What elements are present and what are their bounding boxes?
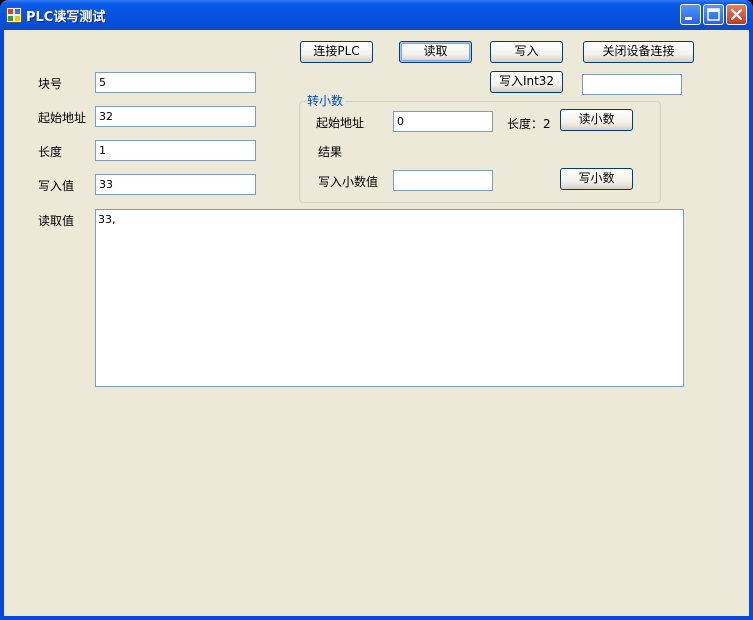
client-area: 连接PLC 读取 写入 关闭设备连接 写入Int32 块号 起始地址 长度 写入… — [4, 30, 749, 616]
read-value-textarea[interactable]: 33, — [95, 209, 684, 387]
int32-value-input[interactable] — [582, 74, 682, 95]
title-bar[interactable]: PLC读写测试 — [0, 0, 753, 30]
result-label: 结果 — [318, 145, 343, 159]
float-length-text: 长度：2 — [507, 117, 551, 131]
write-float-value-input[interactable] — [393, 170, 493, 191]
minimize-button[interactable] — [680, 4, 701, 25]
read-button[interactable]: 读取 — [399, 41, 472, 63]
read-float-button[interactable]: 读小数 — [560, 109, 633, 131]
float-group-title: 转小数 — [305, 92, 346, 109]
block-number-input[interactable] — [95, 72, 256, 93]
minimize-icon — [685, 17, 692, 20]
maximize-button[interactable] — [703, 4, 724, 25]
write-button[interactable]: 写入 — [490, 41, 563, 63]
float-start-address-label: 起始地址 — [316, 116, 365, 130]
close-device-connection-button[interactable]: 关闭设备连接 — [583, 41, 694, 63]
close-button[interactable] — [726, 4, 747, 25]
write-float-button[interactable]: 写小数 — [560, 168, 633, 190]
window-title: PLC读写测试 — [26, 10, 106, 25]
write-float-value-label: 写入小数值 — [318, 175, 379, 189]
write-value-label: 写入值 — [38, 179, 75, 193]
float-start-address-input[interactable] — [393, 111, 493, 132]
start-address-label: 起始地址 — [38, 111, 87, 125]
maximize-icon — [707, 8, 720, 21]
length-input[interactable] — [95, 140, 256, 161]
write-value-input[interactable] — [95, 174, 256, 195]
close-icon — [730, 8, 743, 21]
length-label: 长度 — [38, 145, 63, 159]
write-int32-button[interactable]: 写入Int32 — [490, 71, 563, 93]
app-icon — [6, 7, 22, 23]
block-number-label: 块号 — [38, 77, 63, 91]
connect-plc-button[interactable]: 连接PLC — [300, 41, 373, 63]
start-address-input[interactable] — [95, 106, 256, 127]
main-window: PLC读写测试 连接PLC 读取 写入 关闭设备连接 写入Int32 块号 起始… — [0, 0, 753, 620]
read-value-label: 读取值 — [38, 214, 75, 228]
